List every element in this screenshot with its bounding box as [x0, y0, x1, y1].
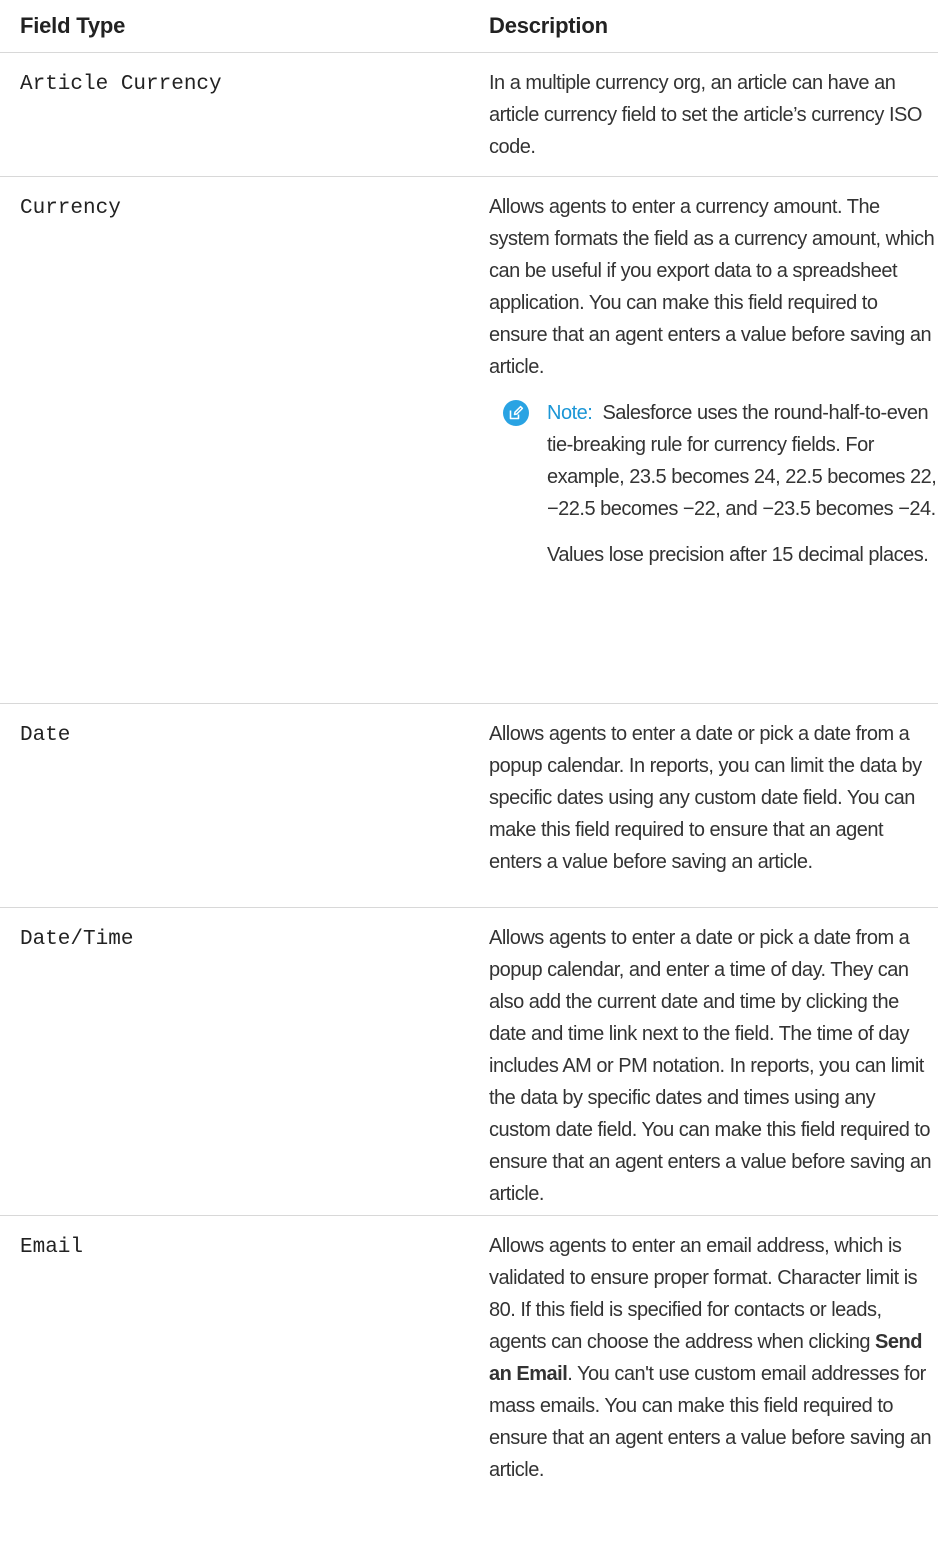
table-row: Article Currency In a multiple currency … [0, 53, 938, 177]
field-type-name: Date/Time [20, 928, 134, 951]
table-row: Currency Allows agents to enter a curren… [0, 177, 938, 704]
description-text: Allows agents to enter a date or pick a … [489, 723, 922, 873]
note-paragraph: Note: Salesforce uses the round-half-to-… [547, 397, 938, 525]
field-type-name: Article Currency [20, 73, 222, 96]
table-header: Field Type Description [0, 0, 938, 53]
description-text: In a multiple currency org, an article c… [489, 72, 922, 158]
field-description: Allows agents to enter an email address,… [489, 1230, 938, 1486]
field-type-name: Date [20, 724, 71, 747]
description-text: Allows agents to enter a currency amount… [489, 196, 935, 378]
table-row: Date Allows agents to enter a date or pi… [0, 704, 938, 908]
edit-note-icon [503, 400, 529, 426]
field-type-name: Email [20, 1236, 84, 1259]
field-description: In a multiple currency org, an article c… [489, 67, 938, 163]
field-description: Allows agents to enter a date or pick a … [489, 922, 938, 1210]
description-text: Allows agents to enter an email address,… [489, 1235, 932, 1481]
field-type-name: Currency [20, 197, 121, 220]
note-text: Salesforce uses the round-half-to-even t… [547, 402, 937, 520]
table-row: Date/Time Allows agents to enter a date … [0, 908, 938, 1216]
note-callout: Note: Salesforce uses the round-half-to-… [489, 397, 938, 571]
description-text: Allows agents to enter a date or pick a … [489, 927, 932, 1205]
field-description: Allows agents to enter a date or pick a … [489, 718, 938, 878]
field-type-table: Field Type Description Article Currency … [0, 0, 938, 1516]
field-description: Allows agents to enter a currency amount… [489, 191, 938, 571]
note-paragraph-2: Values lose precision after 15 decimal p… [547, 544, 929, 566]
header-field-type: Field Type [20, 13, 126, 38]
note-label: Note: [547, 402, 593, 424]
header-description: Description [489, 13, 608, 38]
table-row: Email Allows agents to enter an email ad… [0, 1216, 938, 1516]
